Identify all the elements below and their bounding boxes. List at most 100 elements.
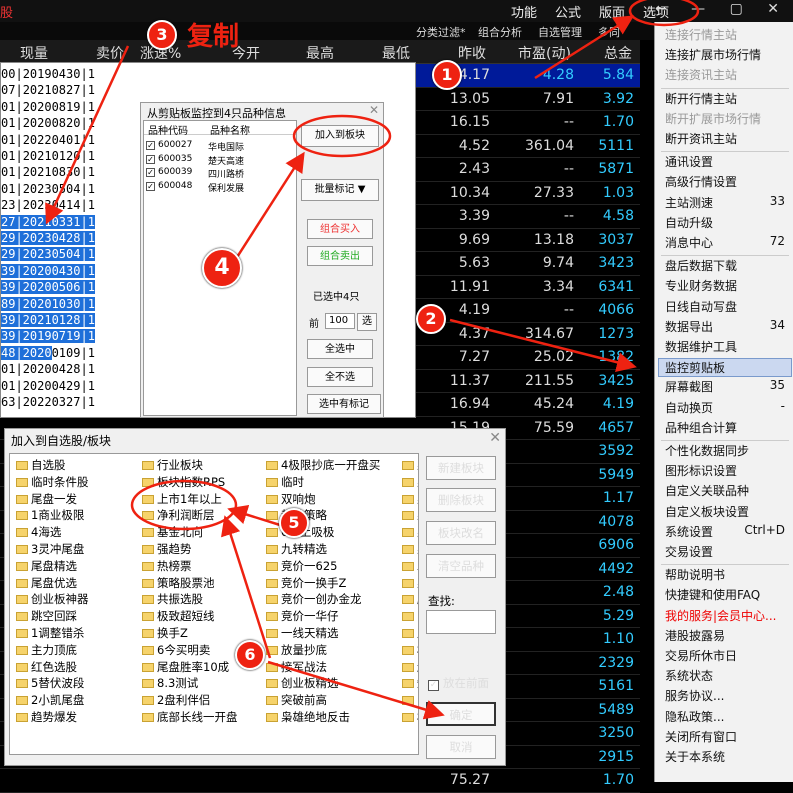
menu-item[interactable]: 断开资讯主站: [665, 130, 791, 149]
col-low[interactable]: 最低: [382, 43, 410, 63]
block-folder-item[interactable]: R口: [402, 608, 418, 624]
menu-item[interactable]: 主站测速 33: [665, 194, 791, 213]
block-folder-item[interactable]: 接军战法: [266, 659, 327, 675]
block-folder-item[interactable]: 3灵冲尾盘: [16, 541, 84, 557]
block-folder-item[interactable]: 突破前高: [266, 692, 327, 708]
block-folder-item[interactable]: 跳空回踩: [16, 608, 77, 624]
block-folder-item[interactable]: 创业板神器: [16, 591, 89, 607]
block-folder-item[interactable]: 二板: [402, 558, 418, 574]
block-folder-item[interactable]: 上市1年以上: [142, 491, 222, 507]
menu-item[interactable]: 通讯设置: [665, 153, 791, 172]
menu-item[interactable]: 港股披露易: [665, 627, 791, 646]
block-folder-item[interactable]: 中线: [402, 692, 418, 708]
menu-item[interactable]: 监控剪贴板: [658, 358, 792, 378]
menu-item[interactable]: 隐私政策...: [665, 708, 791, 727]
menu-item[interactable]: 屏幕截图 35: [665, 378, 791, 397]
col-prev-close[interactable]: 昨收: [458, 43, 486, 63]
block-folder-item[interactable]: 竞价一625: [266, 558, 337, 574]
block-folder-item[interactable]: 8.3测试: [142, 675, 198, 691]
select-front-button[interactable]: 选: [357, 313, 377, 331]
block-folder-item[interactable]: 5替伏波段: [16, 675, 84, 691]
block-folder-item[interactable]: 尾盘精选: [16, 558, 77, 574]
block-folder-item[interactable]: 竞价一换手Z: [266, 575, 346, 591]
watchlist-manage[interactable]: 自选管理: [538, 24, 582, 40]
combo-analysis[interactable]: 组合分析: [478, 24, 522, 40]
add-to-block-button[interactable]: 加入到板块: [301, 125, 379, 147]
block-folder-item[interactable]: 枭雄: [402, 507, 418, 523]
block-folder-item[interactable]: 放量抄底: [266, 642, 327, 658]
block-folder-item[interactable]: 行业板块: [142, 457, 203, 473]
block-folder-item[interactable]: 热榜票: [142, 558, 192, 574]
menu-item[interactable]: 盘后数据下载: [665, 257, 791, 276]
menu-item[interactable]: 高级行情设置: [665, 173, 791, 192]
block-folder-item[interactable]: 主力顶底: [16, 642, 77, 658]
close-icon[interactable]: ✕: [489, 430, 501, 446]
col-ask[interactable]: 卖价: [96, 43, 124, 63]
block-folder-item[interactable]: 枭雄: [402, 524, 418, 540]
menu-item[interactable]: 交易设置: [665, 543, 791, 562]
menu-item[interactable]: 服务协议...: [665, 687, 791, 706]
block-folder-item[interactable]: 杯柄: [402, 642, 418, 658]
menu-item[interactable]: 帮助说明书: [665, 566, 791, 585]
block-folder-item[interactable]: 一线天精选: [266, 625, 339, 641]
clear-items-button[interactable]: 清空品种: [426, 554, 496, 578]
menu-item[interactable]: 连接扩展市场行情: [665, 46, 791, 65]
menu-item[interactable]: 个性化数据同步: [665, 442, 791, 461]
menu-function[interactable]: 功能: [511, 2, 537, 21]
block-folder-item[interactable]: 枭雄: [402, 457, 418, 473]
block-folder-item[interactable]: 底部长线一开盘: [142, 709, 238, 725]
new-block-button[interactable]: 新建板块: [426, 456, 496, 480]
select-all-button[interactable]: 全选中: [307, 339, 373, 359]
window-controls[interactable]: ← — ▢ ✕: [655, 1, 789, 17]
block-folder-item[interactable]: 月线: [402, 625, 418, 641]
block-folder-item[interactable]: 枭雄: [402, 541, 418, 557]
checkbox-icon[interactable]: ✓: [146, 181, 155, 191]
block-folder-item[interactable]: 趋势: [402, 659, 418, 675]
menu-item[interactable]: 品种组合计算: [665, 419, 791, 438]
filter-category[interactable]: 分类过滤*: [416, 24, 466, 40]
menu-item[interactable]: 数据维护工具: [665, 338, 791, 357]
block-folder-item[interactable]: 4极限抄底一开盘买: [266, 457, 380, 473]
combo-sell-button[interactable]: 组合卖出: [307, 246, 373, 266]
block-folder-item[interactable]: 强趋势: [142, 541, 192, 557]
block-folder-item[interactable]: 4海选: [16, 524, 61, 540]
block-folder-item[interactable]: 短线: [402, 675, 418, 691]
menu-item[interactable]: 自定义关联品种: [665, 482, 791, 501]
select-none-button[interactable]: 全不选: [307, 367, 373, 387]
block-folder-item[interactable]: 基金北向: [142, 524, 203, 540]
block-folder-item[interactable]: 九转精选: [266, 541, 327, 557]
menu-item[interactable]: 关于本系统: [665, 748, 791, 767]
front-count-input[interactable]: 100: [325, 313, 355, 329]
table-row[interactable]: 75.27 1.70: [0, 769, 640, 793]
block-folder-item[interactable]: 临时条件股: [16, 474, 89, 490]
col-pe[interactable]: 市盈(动): [518, 43, 571, 63]
block-folder-item[interactable]: 尾盘优选: [16, 575, 77, 591]
block-folder-item[interactable]: 枭雄: [402, 491, 418, 507]
menu-item[interactable]: 专业财务数据: [665, 277, 791, 296]
block-folder-item[interactable]: 换手Z: [142, 625, 188, 641]
menu-item[interactable]: 交易所休市日: [665, 647, 791, 666]
menu-item[interactable]: 断开行情主站: [665, 90, 791, 109]
menu-item[interactable]: 数据导出 34: [665, 318, 791, 337]
block-folder-item[interactable]: 共振选股: [142, 591, 203, 607]
search-input[interactable]: [426, 610, 496, 634]
block-folder-item[interactable]: 1商业极限: [16, 507, 84, 523]
close-icon[interactable]: ✕: [369, 103, 379, 117]
block-folder-item[interactable]: 枭雄绝地反击: [266, 709, 350, 725]
menu-item[interactable]: 自动升级: [665, 214, 791, 233]
select-marked-button[interactable]: 选中有标记: [307, 394, 381, 414]
menu-item[interactable]: 图形标识设置: [665, 462, 791, 481]
checkbox-icon[interactable]: ✓: [146, 154, 155, 164]
menu-item[interactable]: 快捷键和使用FAQ: [665, 586, 791, 605]
batch-mark-button[interactable]: 批量标记 ▼: [301, 179, 379, 201]
put-front-checkbox[interactable]: ✓ 放在前面: [428, 675, 489, 691]
block-folder-item[interactable]: 竞价一华仔: [266, 608, 339, 624]
block-folder-item[interactable]: 双响炮: [266, 491, 316, 507]
menu-item[interactable]: 系统状态: [665, 667, 791, 686]
menu-formula[interactable]: 公式: [555, 2, 581, 21]
combo-buy-button[interactable]: 组合买入: [307, 219, 373, 239]
menu-item[interactable]: 自动换页 -: [665, 399, 791, 418]
menu-item[interactable]: 我的服务|会员中心...: [665, 607, 791, 626]
menu-layout[interactable]: 版面: [599, 2, 625, 21]
block-folder-item[interactable]: 尾盘胜率10成: [142, 659, 229, 675]
